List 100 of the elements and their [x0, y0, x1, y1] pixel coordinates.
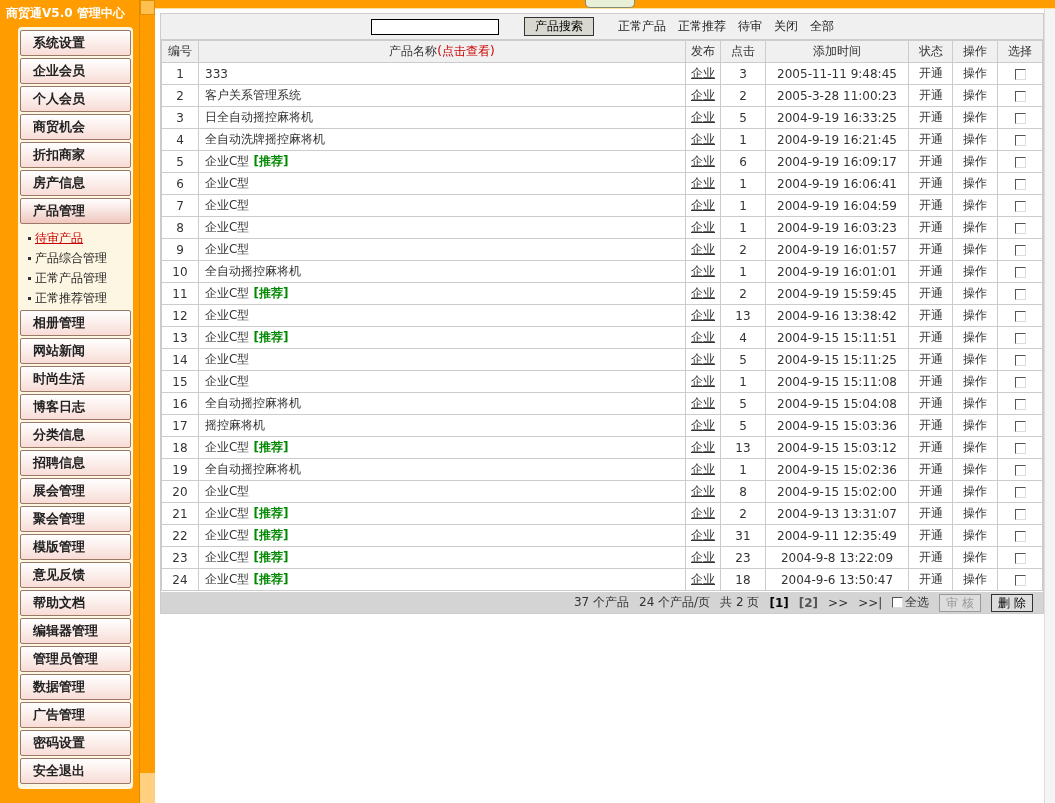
select-all-checkbox[interactable]: [892, 597, 904, 608]
product-link[interactable]: 全自动摇控麻将机: [205, 264, 301, 278]
filter-link[interactable]: 正常产品: [618, 18, 666, 35]
row-checkbox[interactable]: [1014, 178, 1026, 190]
product-link[interactable]: 企业C型: [205, 154, 250, 168]
menu-button[interactable]: 意见反馈: [20, 562, 131, 588]
product-link[interactable]: 企业C型: [205, 484, 250, 498]
menu-button[interactable]: 相册管理: [20, 310, 131, 336]
menu-button[interactable]: 数据管理: [20, 674, 131, 700]
last-page-link[interactable]: >>|: [858, 595, 883, 610]
menu-button[interactable]: 分类信息: [20, 422, 131, 448]
menu-button[interactable]: 房产信息: [20, 170, 131, 196]
product-link[interactable]: 全自动摇控麻将机: [205, 462, 301, 476]
product-link[interactable]: 企业C型: [205, 286, 250, 300]
scrollbar[interactable]: [139, 0, 155, 803]
collapse-handle[interactable]: [585, 0, 635, 8]
bullet-icon: [28, 296, 31, 300]
product-link[interactable]: 企业C型: [205, 176, 250, 190]
row-checkbox[interactable]: [1014, 112, 1026, 124]
row-checkbox[interactable]: [1014, 574, 1026, 586]
menu-button[interactable]: 密码设置: [20, 730, 131, 756]
row-checkbox[interactable]: [1014, 552, 1026, 564]
menu-button[interactable]: 招聘信息: [20, 450, 131, 476]
page-link[interactable]: [2]: [798, 595, 819, 610]
row-checkbox[interactable]: [1014, 530, 1026, 542]
menu-button[interactable]: 展会管理: [20, 478, 131, 504]
product-link[interactable]: 企业C型: [205, 242, 250, 256]
search-button[interactable]: 产品搜索: [524, 17, 594, 36]
product-link[interactable]: 企业C型: [205, 198, 250, 212]
product-link[interactable]: 企业C型: [205, 220, 250, 234]
row-checkbox[interactable]: [1014, 486, 1026, 498]
next-page-link[interactable]: >>: [828, 595, 849, 610]
product-link[interactable]: 企业C型: [205, 440, 250, 454]
product-link[interactable]: 企业C型: [205, 528, 250, 542]
column-header: 操作: [952, 40, 998, 63]
product-link[interactable]: 企业C型: [205, 352, 250, 366]
menu-button[interactable]: 企业会员: [20, 58, 131, 84]
search-field[interactable]: [371, 18, 499, 35]
product-link[interactable]: 333: [205, 66, 228, 81]
menu-button[interactable]: 折扣商家: [20, 142, 131, 168]
menu-button[interactable]: 博客日志: [20, 394, 131, 420]
filter-link[interactable]: 待审: [738, 18, 762, 35]
filter-link[interactable]: 正常推荐: [678, 18, 726, 35]
product-link[interactable]: 企业C型: [205, 308, 250, 322]
menu-button[interactable]: 模版管理: [20, 534, 131, 560]
product-link[interactable]: 企业C型: [205, 550, 250, 564]
product-link[interactable]: 全自动洗牌摇控麻将机: [205, 132, 325, 146]
row-checkbox[interactable]: [1014, 398, 1026, 410]
submenu-link[interactable]: 待审产品: [35, 229, 83, 247]
row-checkbox[interactable]: [1014, 464, 1026, 476]
row-checkbox[interactable]: [1014, 310, 1026, 322]
row-checkbox[interactable]: [1014, 200, 1026, 212]
filter-link[interactable]: 关闭: [774, 18, 798, 35]
table-cell: 开通: [908, 458, 953, 481]
product-link[interactable]: 日全自动摇控麻将机: [205, 110, 313, 124]
menu-button[interactable]: 编辑器管理: [20, 618, 131, 644]
menu-button[interactable]: 系统设置: [20, 30, 131, 56]
table-cell: 2004-9-19 15:59:45: [765, 282, 909, 305]
row-checkbox[interactable]: [1014, 288, 1026, 300]
row-checkbox[interactable]: [1014, 508, 1026, 520]
table-cell: 22: [161, 524, 199, 547]
filter-link[interactable]: 全部: [810, 18, 834, 35]
product-link[interactable]: 全自动摇控麻将机: [205, 396, 301, 410]
product-link[interactable]: 摇控麻将机: [205, 418, 265, 432]
menu-button[interactable]: 聚会管理: [20, 506, 131, 532]
row-checkbox[interactable]: [1014, 68, 1026, 80]
row-checkbox[interactable]: [1014, 156, 1026, 168]
submenu-link[interactable]: 产品综合管理: [35, 249, 107, 267]
table-cell: 开通: [908, 502, 953, 525]
menu-button[interactable]: 管理员管理: [20, 646, 131, 672]
row-checkbox[interactable]: [1014, 442, 1026, 454]
menu-button[interactable]: 商贸机会: [20, 114, 131, 140]
table-cell: 24: [161, 568, 199, 591]
menu-button[interactable]: 产品管理: [20, 198, 131, 224]
delete-button[interactable]: 删 除: [991, 593, 1033, 612]
page-link[interactable]: [1]: [769, 595, 789, 610]
row-checkbox[interactable]: [1014, 332, 1026, 344]
product-link[interactable]: 企业C型: [205, 572, 250, 586]
row-checkbox[interactable]: [1014, 134, 1026, 146]
page-count: 共 2 页: [720, 594, 760, 611]
product-link[interactable]: 企业C型: [205, 506, 250, 520]
submenu-link[interactable]: 正常推荐管理: [35, 289, 107, 307]
menu-button[interactable]: 帮助文档: [20, 590, 131, 616]
menu-button[interactable]: 安全退出: [20, 758, 131, 784]
row-checkbox[interactable]: [1014, 420, 1026, 432]
menu-button[interactable]: 个人会员: [20, 86, 131, 112]
row-checkbox[interactable]: [1014, 90, 1026, 102]
product-link[interactable]: 企业C型: [205, 374, 250, 388]
row-checkbox[interactable]: [1014, 354, 1026, 366]
row-checkbox[interactable]: [1014, 376, 1026, 388]
menu-button[interactable]: 广告管理: [20, 702, 131, 728]
product-link[interactable]: 客户关系管理系统: [205, 88, 301, 102]
menu-button[interactable]: 时尚生活: [20, 366, 131, 392]
submenu-link[interactable]: 正常产品管理: [35, 269, 107, 287]
menu-button[interactable]: 网站新闻: [20, 338, 131, 364]
table-cell: 6: [720, 150, 766, 173]
row-checkbox[interactable]: [1014, 244, 1026, 256]
row-checkbox[interactable]: [1014, 266, 1026, 278]
product-link[interactable]: 企业C型: [205, 330, 250, 344]
row-checkbox[interactable]: [1014, 222, 1026, 234]
